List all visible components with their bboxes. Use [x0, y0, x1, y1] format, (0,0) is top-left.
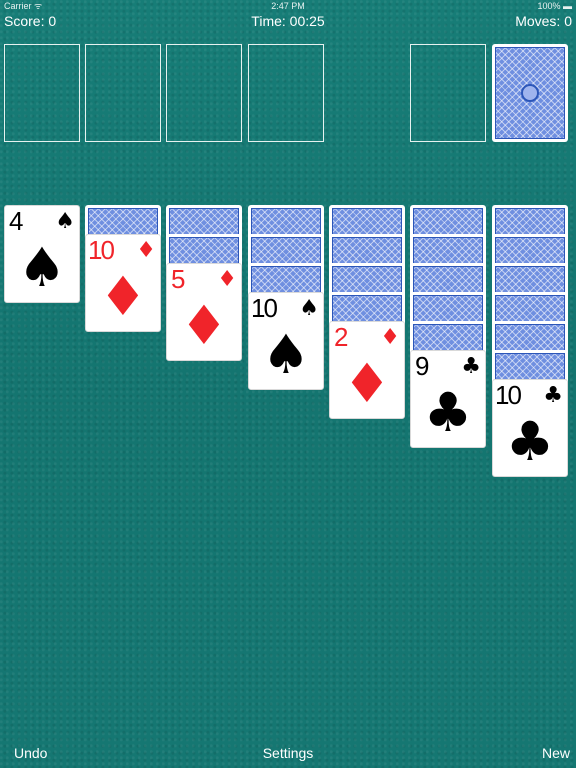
card-suit-small-icon: ♠ [55, 209, 75, 234]
card-suit-small-icon: ♣ [461, 354, 481, 379]
card-rank: 2 [334, 322, 349, 352]
foundation-slot-2[interactable] [85, 44, 161, 142]
card-rank: 4 [9, 206, 24, 236]
moves-label: Moves: 0 [515, 13, 572, 29]
card-suit-large-icon: ♦ [342, 352, 392, 415]
bottom-toolbar: Undo Settings New [0, 738, 576, 768]
card-rank: 9 [415, 351, 430, 381]
foundation-slot-3[interactable] [166, 44, 242, 142]
card-suit-small-icon: ♦ [217, 267, 237, 292]
tableau-col-6-card[interactable]: 9 ♣ ♣ [410, 350, 486, 448]
card-suit-large-icon: ♣ [423, 381, 473, 444]
card-suit-small-icon: ♦ [136, 238, 156, 263]
card-suit-large-icon: ♦ [179, 294, 229, 357]
tableau-col-5-card[interactable]: 2 ♦ ♦ [329, 321, 405, 419]
card-suit-large-icon: ♠ [17, 236, 67, 299]
card-suit-large-icon: ♠ [261, 323, 311, 386]
card-back-pattern [495, 47, 565, 139]
card-suit-small-icon: ♣ [543, 383, 563, 408]
tableau-col-3-card[interactable]: 5 ♦ ♦ [166, 263, 242, 361]
tableau-col-2-card[interactable]: 10 ♦ ♦ [85, 234, 161, 332]
card-rank: 10 [251, 293, 278, 323]
card-suit-small-icon: ♠ [299, 296, 319, 321]
foundation-slot-4[interactable] [248, 44, 324, 142]
status-bar: Carrier ᯤ 2:47 PM 100% ▬ [0, 0, 576, 12]
stock-pile[interactable] [492, 44, 568, 142]
card-back-medallion-icon [521, 84, 539, 102]
card-rank: 10 [88, 235, 115, 265]
tableau-col-4-card[interactable]: 10 ♠ ♠ [248, 292, 324, 390]
tableau-col-7-card[interactable]: 10 ♣ ♣ [492, 379, 568, 477]
settings-button[interactable]: Settings [0, 738, 576, 768]
card-suit-large-icon: ♦ [98, 265, 148, 328]
timer-label: Time: 00:25 [251, 13, 325, 29]
foundation-slot-1[interactable] [4, 44, 80, 142]
card-rank: 10 [495, 380, 522, 410]
card-suit-large-icon: ♣ [505, 410, 555, 473]
battery-indicator: 100% ▬ [537, 1, 572, 11]
card-rank: 5 [171, 264, 186, 294]
waste-slot[interactable] [410, 44, 486, 142]
game-hud: Score: 0 Time: 00:25 Moves: 0 [0, 12, 576, 30]
tableau-col-1-card[interactable]: 4 ♠ ♠ [4, 205, 80, 303]
card-suit-small-icon: ♦ [380, 325, 400, 350]
status-clock: 2:47 PM [271, 1, 305, 11]
new-game-button[interactable]: New [542, 738, 570, 768]
